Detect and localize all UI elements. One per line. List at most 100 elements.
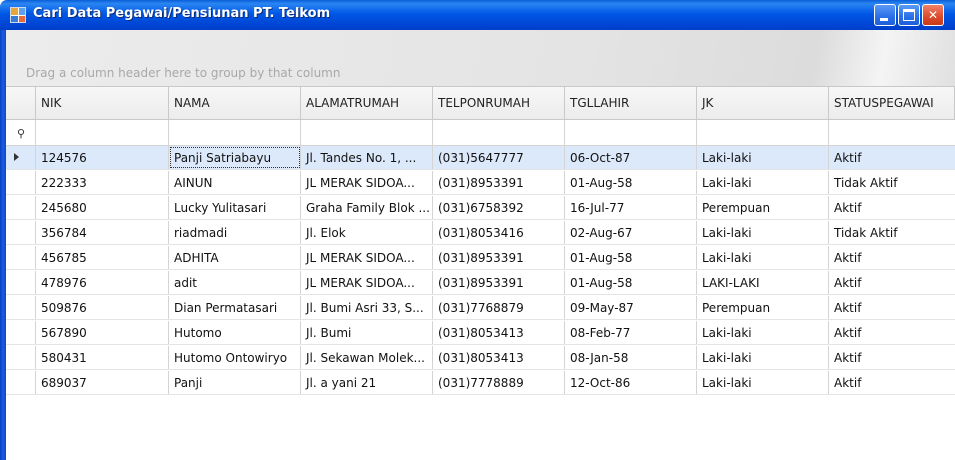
cell-statuspegawai[interactable]: Tidak Aktif	[829, 221, 955, 244]
cell-nama[interactable]: Hutomo	[169, 321, 301, 344]
row-indicator[interactable]	[6, 346, 36, 369]
cell-telponrumah[interactable]: (031)5647777	[433, 146, 565, 169]
table-row[interactable]: 689037 Panji Jl. a yani 21 (031)7778889 12-O…	[6, 371, 955, 395]
data-grid[interactable]: NIK NAMA ALAMATRUMAH TELPONRUMAH TGLLAHI…	[6, 87, 955, 460]
title-bar[interactable]: Cari Data Pegawai/Pensiunan PT. Telkom ✕	[0, 0, 955, 30]
column-header-nama[interactable]: NAMA	[169, 87, 301, 119]
cell-nik[interactable]: 689037	[36, 371, 169, 394]
row-indicator[interactable]	[6, 246, 36, 269]
cell-statuspegawai[interactable]: Aktif	[829, 296, 955, 319]
cell-nama[interactable]: ADHITA	[169, 246, 301, 269]
row-indicator[interactable]	[6, 296, 36, 319]
cell-nik[interactable]: 509876	[36, 296, 169, 319]
table-row[interactable]: 245680 Lucky Yulitasari Graha Family Blok …	[6, 196, 955, 220]
minimize-button[interactable]	[874, 4, 896, 26]
table-row[interactable]: 222333 AINUN JL MERAK SIDOA... (031)8953391…	[6, 171, 955, 195]
cell-jk[interactable]: Laki-laki	[697, 346, 829, 369]
cell-statuspegawai[interactable]: Aktif	[829, 246, 955, 269]
table-row[interactable]: 356784 riadmadi Jl. Elok (031)8053416 02-Aug…	[6, 221, 955, 245]
column-header-alamatrumah[interactable]: ALAMATRUMAH	[301, 87, 433, 119]
cell-nik[interactable]: 580431	[36, 346, 169, 369]
cell-tgllahir[interactable]: 06-Oct-87	[565, 146, 697, 169]
cell-telponrumah[interactable]: (031)6758392	[433, 196, 565, 219]
filter-cell-jk[interactable]	[697, 120, 829, 145]
table-row[interactable]: 478976 adit JL MERAK SIDOA... (031)8953391 0…	[6, 271, 955, 295]
filter-cell-tgllahir[interactable]	[565, 120, 697, 145]
cell-telponrumah[interactable]: (031)7778889	[433, 371, 565, 394]
cell-jk[interactable]: Laki-laki	[697, 246, 829, 269]
cell-statuspegawai[interactable]: Tidak Aktif	[829, 171, 955, 194]
cell-nama[interactable]: AINUN	[169, 171, 301, 194]
column-header-telponrumah[interactable]: TELPONRUMAH	[433, 87, 565, 119]
row-indicator[interactable]	[6, 171, 36, 194]
maximize-button[interactable]	[898, 4, 920, 26]
filter-cell-telponrumah[interactable]	[433, 120, 565, 145]
cell-tgllahir[interactable]: 01-Aug-58	[565, 171, 697, 194]
cell-jk[interactable]: LAKI-LAKI	[697, 271, 829, 294]
column-header-tgllahir[interactable]: TGLLAHIR	[565, 87, 697, 119]
app-icon[interactable]	[10, 7, 26, 23]
cell-tgllahir[interactable]: 01-Aug-58	[565, 246, 697, 269]
cell-alamatrumah[interactable]: Jl. Tandes No. 1, ...	[301, 146, 433, 169]
cell-nama[interactable]: riadmadi	[169, 221, 301, 244]
column-header-statuspegawai[interactable]: STATUSPEGAWAI	[829, 87, 955, 119]
cell-telponrumah[interactable]: (031)8053413	[433, 321, 565, 344]
cell-nik[interactable]: 245680	[36, 196, 169, 219]
row-indicator[interactable]	[6, 146, 36, 169]
cell-jk[interactable]: Laki-laki	[697, 371, 829, 394]
column-header-jk[interactable]: JK	[697, 87, 829, 119]
table-row[interactable]: 580431 Hutomo Ontowiryo Jl. Sekawan Molek.…	[6, 346, 955, 370]
cell-nik[interactable]: 456785	[36, 246, 169, 269]
column-header-nik[interactable]: NIK	[36, 87, 169, 119]
cell-jk[interactable]: Laki-laki	[697, 321, 829, 344]
cell-jk[interactable]: Perempuan	[697, 196, 829, 219]
cell-alamatrumah[interactable]: Jl. Elok	[301, 221, 433, 244]
cell-nama[interactable]: Dian Permatasari	[169, 296, 301, 319]
table-row[interactable]: 456785 ADHITA JL MERAK SIDOA... (031)895339…	[6, 246, 955, 270]
close-button[interactable]: ✕	[922, 4, 944, 26]
cell-statuspegawai[interactable]: Aktif	[829, 146, 955, 169]
cell-jk[interactable]: Laki-laki	[697, 221, 829, 244]
cell-alamatrumah[interactable]: JL MERAK SIDOA...	[301, 171, 433, 194]
row-indicator[interactable]	[6, 271, 36, 294]
cell-statuspegawai[interactable]: Aktif	[829, 371, 955, 394]
cell-nama[interactable]: Hutomo Ontowiryo	[169, 346, 301, 369]
cell-telponrumah[interactable]: (031)8053416	[433, 221, 565, 244]
cell-tgllahir[interactable]: 08-Feb-77	[565, 321, 697, 344]
cell-nama[interactable]: adit	[169, 271, 301, 294]
cell-telponrumah[interactable]: (031)8953391	[433, 271, 565, 294]
filter-cell-nama[interactable]	[169, 120, 301, 145]
cell-alamatrumah[interactable]: Jl. Sekawan Molek...	[301, 346, 433, 369]
cell-telponrumah[interactable]: (031)8053413	[433, 346, 565, 369]
cell-alamatrumah[interactable]: Jl. Bumi Asri 33, S...	[301, 296, 433, 319]
filter-cell-statuspegawai[interactable]	[829, 120, 955, 145]
cell-jk[interactable]: Laki-laki	[697, 146, 829, 169]
cell-tgllahir[interactable]: 12-Oct-86	[565, 371, 697, 394]
cell-jk[interactable]: Perempuan	[697, 296, 829, 319]
row-indicator[interactable]	[6, 321, 36, 344]
cell-alamatrumah[interactable]: Jl. Bumi	[301, 321, 433, 344]
cell-nik[interactable]: 222333	[36, 171, 169, 194]
cell-tgllahir[interactable]: 09-May-87	[565, 296, 697, 319]
cell-tgllahir[interactable]: 08-Jan-58	[565, 346, 697, 369]
cell-statuspegawai[interactable]: Aktif	[829, 271, 955, 294]
table-row[interactable]: 509876 Dian Permatasari Jl. Bumi Asri 33, …	[6, 296, 955, 320]
cell-telponrumah[interactable]: (031)8953391	[433, 171, 565, 194]
cell-nama[interactable]: Lucky Yulitasari	[169, 196, 301, 219]
cell-nik[interactable]: 478976	[36, 271, 169, 294]
table-row[interactable]: 567890 Hutomo Jl. Bumi (031)8053413 08-Feb-7…	[6, 321, 955, 345]
row-indicator[interactable]	[6, 371, 36, 394]
cell-tgllahir[interactable]: 01-Aug-58	[565, 271, 697, 294]
cell-nik[interactable]: 356784	[36, 221, 169, 244]
row-indicator[interactable]	[6, 196, 36, 219]
group-by-panel[interactable]: Drag a column header here to group by th…	[6, 30, 955, 87]
cell-nama[interactable]: Panji	[169, 371, 301, 394]
cell-telponrumah[interactable]: (031)8953391	[433, 246, 565, 269]
cell-alamatrumah[interactable]: Graha Family Blok ...	[301, 196, 433, 219]
table-row[interactable]: 124576 Panji Satriabayu Jl. Tandes No. 1, …	[6, 146, 955, 170]
cell-statuspegawai[interactable]: Aktif	[829, 321, 955, 344]
cell-nik[interactable]: 567890	[36, 321, 169, 344]
cell-alamatrumah[interactable]: JL MERAK SIDOA...	[301, 246, 433, 269]
filter-cell-alamatrumah[interactable]	[301, 120, 433, 145]
cell-tgllahir[interactable]: 02-Aug-67	[565, 221, 697, 244]
